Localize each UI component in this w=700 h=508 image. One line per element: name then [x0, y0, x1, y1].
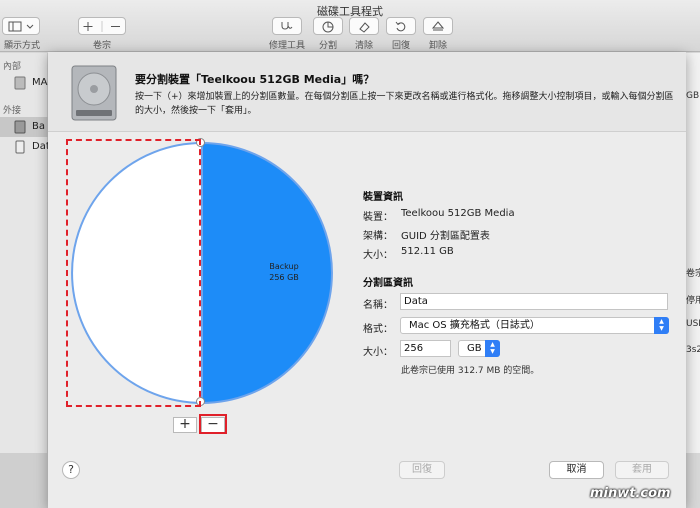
- format-value: Mac OS 擴充格式（日誌式）: [409, 320, 540, 331]
- partition-label: 分割: [318, 41, 337, 51]
- remove-button-highlight: [199, 414, 227, 434]
- plus-minus-icon: [83, 21, 120, 32]
- slice-size: 256 GB: [269, 273, 299, 282]
- restore-label: 回復: [391, 41, 410, 51]
- watermark: minwt.com: [590, 486, 671, 501]
- sidebar-item-external-1[interactable]: Dat: [0, 137, 50, 157]
- scheme-key: 架構：: [363, 231, 393, 242]
- unit-value: GB: [467, 343, 482, 354]
- device-info-header: 裝置資訊: [363, 192, 403, 203]
- add-partition-button[interactable]: +: [173, 417, 197, 433]
- slice-name: Backup: [269, 262, 299, 271]
- device-value: Teelkoou 512GB Media: [401, 208, 515, 219]
- external-disk-icon: [14, 120, 26, 134]
- eject-icon: [432, 21, 444, 31]
- help-button[interactable]: ?: [62, 461, 80, 479]
- usage-note: 此卷宗已使用 312.7 MB 的空間。: [401, 366, 540, 376]
- select-arrows-icon: ▲ ▼: [654, 317, 669, 334]
- name-key: 名稱：: [363, 300, 393, 311]
- partition-info-header: 分割區資訊: [363, 278, 413, 289]
- format-key: 格式：: [363, 324, 393, 335]
- main-pane-edge: GB 卷宗 停用 USB 3s2: [686, 53, 700, 453]
- scheme-value: GUID 分割區配置表: [401, 231, 490, 242]
- select-arrows-icon: ▲ ▼: [485, 340, 500, 357]
- unmount-button[interactable]: [423, 17, 453, 35]
- sidebar-item-internal[interactable]: MA: [0, 73, 48, 93]
- partial-text: 3s2: [686, 345, 700, 355]
- partition-sheet: 要分割裝置「Teelkoou 512GB Media」嗎？ 按一下（+）來增加裝…: [48, 52, 686, 508]
- view-label: 顯示方式: [3, 41, 40, 51]
- unit-select[interactable]: GB ▲ ▼: [458, 340, 500, 357]
- view-button[interactable]: [2, 17, 40, 35]
- erase-label: 清除: [354, 41, 373, 51]
- partition-size-field[interactable]: 256: [400, 340, 451, 357]
- erase-button[interactable]: [349, 17, 379, 35]
- sidebar-external-header: 外接: [3, 106, 22, 116]
- partition-button[interactable]: [313, 17, 343, 35]
- cancel-button[interactable]: 取消: [549, 461, 604, 479]
- partial-text: 卷宗: [686, 269, 700, 279]
- sidebar-item-label: Ba: [32, 121, 45, 132]
- selection-highlight: [66, 139, 201, 407]
- sidebar-internal-header: 內部: [3, 62, 22, 72]
- device-key: 裝置：: [363, 212, 393, 223]
- eraser-icon: [359, 22, 370, 33]
- window-toolbar: 磁碟工具程式 顯示方式 卷宗 修理工具 分割 清除 回復 卸除: [0, 0, 700, 52]
- volume-label: 卷宗: [92, 41, 111, 51]
- size-value: 512.11 GB: [401, 246, 454, 257]
- apply-button[interactable]: 套用: [615, 461, 669, 479]
- sheet-header: 要分割裝置「Teelkoou 512GB Media」嗎？ 按一下（+）來增加裝…: [48, 52, 686, 132]
- partition-name-field[interactable]: Data: [400, 293, 668, 310]
- format-select[interactable]: Mac OS 擴充格式（日誌式） ▲ ▼: [400, 317, 669, 334]
- volume-icon: [15, 140, 25, 154]
- firstaid-button[interactable]: [272, 17, 302, 35]
- partial-text: USB: [686, 319, 700, 329]
- firstaid-label: 修理工具: [268, 41, 305, 51]
- pie-icon: [322, 21, 334, 33]
- size-key: 大小：: [363, 347, 393, 358]
- revert-button[interactable]: 回復: [399, 461, 445, 479]
- sheet-title: 要分割裝置「Teelkoou 512GB Media」嗎？: [135, 73, 375, 86]
- restore-icon: [395, 21, 406, 32]
- slice-label-backup: Backup 256 GB: [254, 261, 314, 283]
- sidebar-bottom: [0, 453, 48, 508]
- disk-icon: [14, 76, 26, 90]
- restore-button[interactable]: [386, 17, 416, 35]
- sidebar-icon: [8, 21, 34, 32]
- stethoscope-icon: [281, 22, 293, 30]
- sidebar: 內部 MA 外接 Ba Dat: [0, 53, 50, 453]
- sheet-description: 按一下（+）來增加裝置上的分割區數量。在每個分割區上按一下來更改名稱或進行格式化…: [135, 92, 674, 116]
- partial-text: 停用: [686, 296, 700, 306]
- volume-add-remove[interactable]: [78, 17, 126, 35]
- partial-text: GB: [686, 91, 700, 101]
- size-key: 大小：: [363, 250, 393, 261]
- sidebar-item-label: MA: [32, 77, 48, 88]
- unmount-label: 卸除: [428, 41, 447, 51]
- hard-disk-icon: [71, 65, 117, 121]
- sidebar-item-external-0[interactable]: Ba: [0, 117, 48, 137]
